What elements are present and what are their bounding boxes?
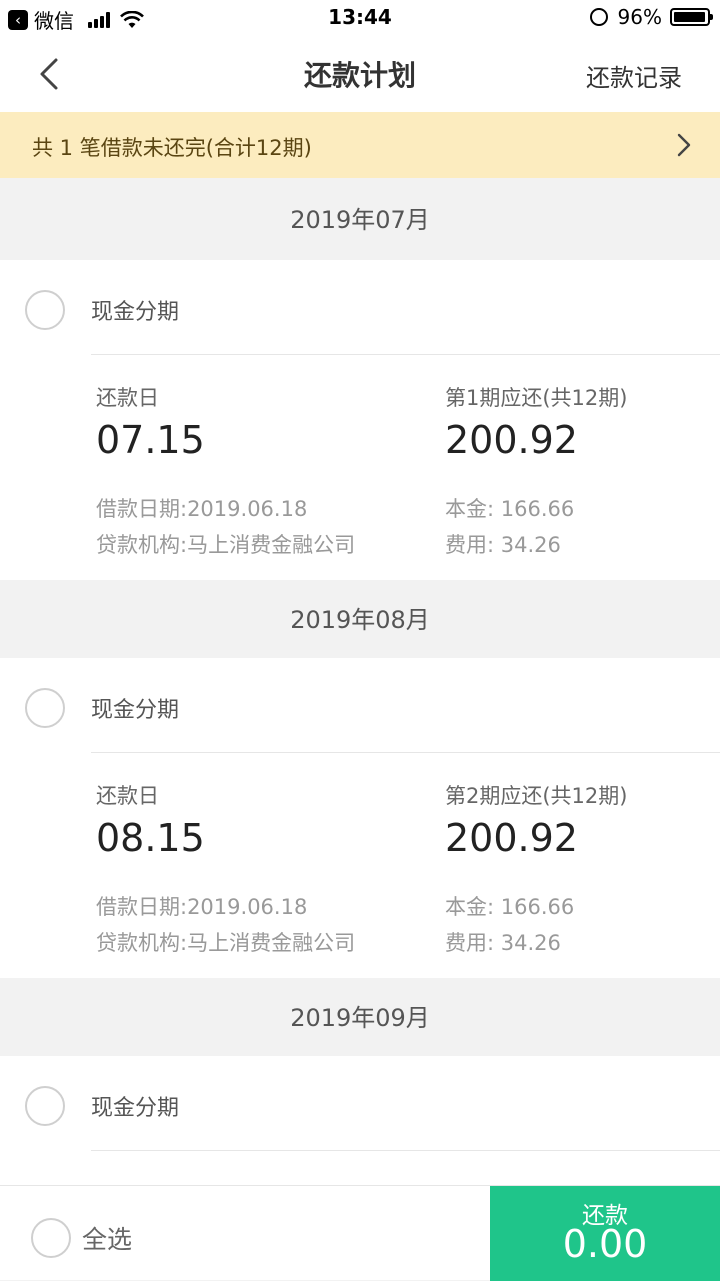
lender: 贷款机构:马上消费金融公司 bbox=[96, 533, 356, 557]
fee: 费用: 34.26 bbox=[445, 931, 561, 955]
loan-date: 借款日期:2019.06.18 bbox=[96, 895, 308, 919]
product-name: 现金分期 bbox=[91, 698, 180, 723]
installment-card[interactable]: 现金分期 还款日 08.15 借款日期:2019.06.18 贷款机构:马上消费… bbox=[0, 658, 720, 980]
divider bbox=[91, 752, 720, 753]
battery-percent: 96% bbox=[617, 5, 662, 29]
product-name: 现金分期 bbox=[91, 1096, 180, 1121]
select-all-label[interactable]: 全选 bbox=[82, 1220, 132, 1256]
banner-text: 共 1 笔借款未还完(合计12期) bbox=[32, 136, 312, 160]
product-name: 现金分期 bbox=[91, 300, 180, 325]
month-header: 2019年09月 bbox=[0, 978, 720, 1058]
repay-button[interactable]: 还款 0.00 bbox=[490, 1186, 720, 1281]
divider bbox=[91, 354, 720, 355]
installment-card[interactable]: 现金分期 还款日 07.15 借款日期:2019.06.18 贷款机构:马上消费… bbox=[0, 260, 720, 582]
period-label: 第2期应还(共12期) bbox=[445, 784, 628, 808]
select-radio[interactable] bbox=[25, 1086, 65, 1126]
due-date: 08.15 bbox=[96, 816, 205, 860]
repayment-records-link[interactable]: 还款记录 bbox=[586, 58, 682, 93]
chevron-right-icon bbox=[677, 133, 691, 157]
select-all-radio[interactable] bbox=[31, 1218, 71, 1258]
loan-date: 借款日期:2019.06.18 bbox=[96, 497, 308, 521]
amount-due: 200.92 bbox=[445, 418, 578, 462]
due-date-label: 还款日 bbox=[96, 784, 159, 808]
select-radio[interactable] bbox=[25, 290, 65, 330]
battery-icon bbox=[670, 8, 713, 26]
amount-due: 200.92 bbox=[445, 816, 578, 860]
principal: 本金: 166.66 bbox=[445, 497, 575, 521]
period-label: 第1期应还(共12期) bbox=[445, 386, 628, 410]
month-header: 2019年07月 bbox=[0, 180, 720, 260]
due-date: 07.15 bbox=[96, 418, 205, 462]
select-radio[interactable] bbox=[25, 688, 65, 728]
month-header: 2019年08月 bbox=[0, 580, 720, 660]
outstanding-loans-banner[interactable]: 共 1 笔借款未还完(合计12期) bbox=[0, 112, 720, 178]
fee: 费用: 34.26 bbox=[445, 533, 561, 557]
repay-amount: 0.00 bbox=[562, 1222, 648, 1266]
nav-bar: 还款计划 还款记录 bbox=[0, 36, 720, 112]
status-bar: ‹ 微信 13:44 96% bbox=[0, 0, 720, 36]
due-date-label: 还款日 bbox=[96, 386, 159, 410]
installment-card[interactable]: 现金分期 bbox=[0, 1056, 720, 1196]
lender: 贷款机构:马上消费金融公司 bbox=[96, 931, 356, 955]
orientation-lock-icon bbox=[589, 8, 608, 26]
divider bbox=[91, 1150, 720, 1151]
principal: 本金: 166.66 bbox=[445, 895, 575, 919]
bottom-bar: 全选 还款 0.00 bbox=[0, 1185, 720, 1281]
